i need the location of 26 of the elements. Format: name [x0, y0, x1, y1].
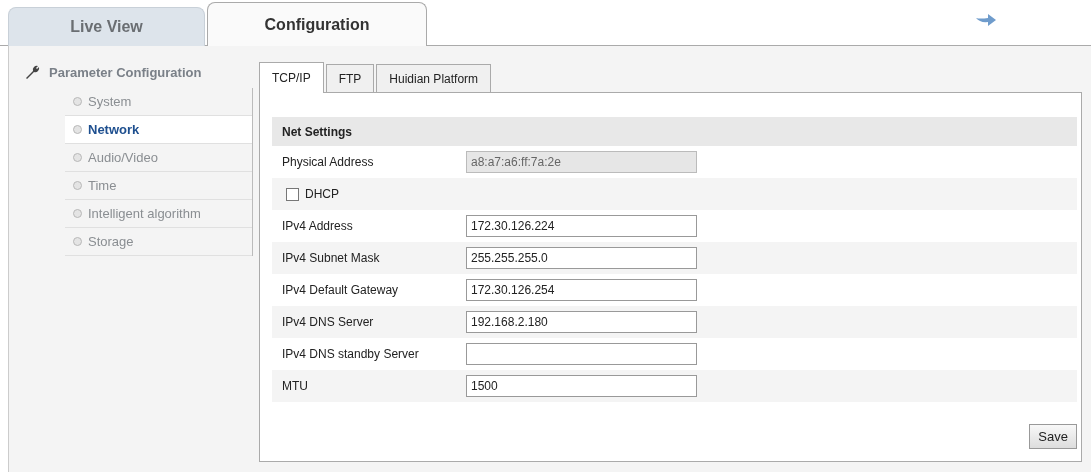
sidebar-title: Parameter Configuration	[49, 64, 202, 80]
input-field[interactable]: 172.30.126.254	[466, 279, 697, 301]
field-label: Physical Address	[282, 155, 375, 169]
checkbox-label: DHCP	[305, 187, 339, 201]
field-label: IPv4 Address	[282, 219, 354, 233]
field-label: IPv4 Default Gateway	[282, 283, 400, 297]
arrow-icon[interactable]	[974, 12, 998, 28]
main-tab[interactable]: Live View	[8, 7, 205, 46]
input-field[interactable]: 172.30.126.224	[466, 215, 697, 237]
main-tab[interactable]: Configuration	[207, 2, 427, 46]
input-field[interactable]: 1500	[466, 375, 697, 397]
input-field[interactable]: 255.255.255.0	[466, 247, 697, 269]
wrench-icon	[25, 64, 41, 80]
field-label: IPv4 DNS Server	[282, 315, 375, 329]
field-label: MTU	[282, 379, 309, 393]
checkbox[interactable]	[286, 187, 299, 201]
tab[interactable]: TCP/IP	[259, 62, 324, 93]
tab[interactable]: FTP	[325, 64, 375, 92]
input-field[interactable]: 192.168.2.180	[466, 311, 697, 333]
section-header: Net Settings	[272, 117, 1077, 146]
field-label: IPv4 Subnet Mask	[282, 251, 381, 265]
tab[interactable]: Huidian Platform	[376, 64, 492, 92]
input-field[interactable]	[466, 343, 697, 365]
sidebar-item[interactable]: Network	[65, 116, 252, 144]
save-button[interactable]: Save	[1029, 424, 1077, 449]
field-label: IPv4 DNS standby Server	[282, 347, 420, 361]
